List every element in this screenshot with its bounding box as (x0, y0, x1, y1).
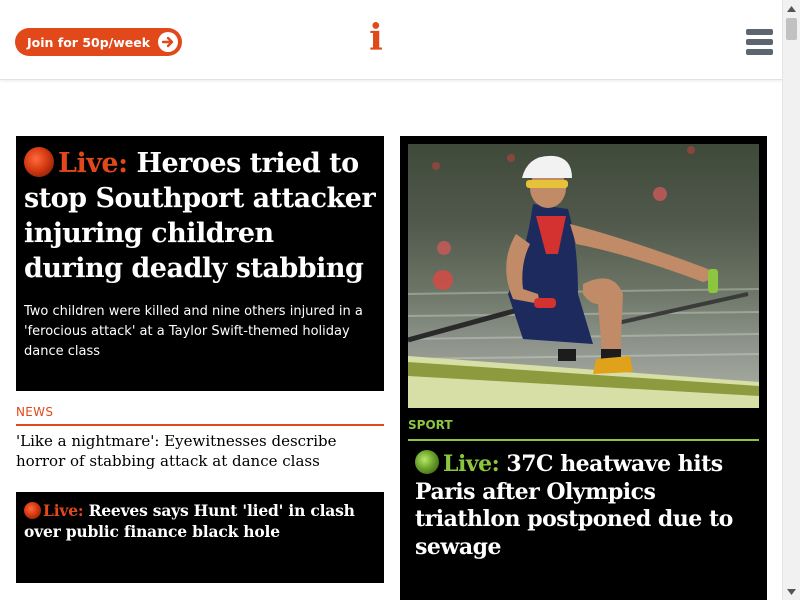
site-logo[interactable]: i (364, 18, 388, 58)
section-tag-news[interactable]: NEWS (16, 405, 384, 426)
secondary-live-card[interactable]: Live: Reeves says Hunt 'lied' in clash o… (16, 492, 384, 583)
live-dot-icon (24, 501, 41, 519)
section-tag-sport[interactable]: SPORT (408, 418, 759, 441)
news-story: NEWS 'Like a nightmare': Eyewitnesses de… (16, 405, 384, 471)
hamburger-menu-icon[interactable] (746, 29, 774, 57)
secondary-live-headline[interactable]: Live: Reeves says Hunt 'lied' in clash o… (24, 500, 376, 542)
scroll-up-arrow-icon[interactable] (783, 0, 800, 17)
live-dot-icon (415, 450, 439, 474)
scrollbar-thumb[interactable] (786, 18, 797, 40)
arrow-right-circle-icon (158, 32, 178, 52)
live-dot-icon (24, 146, 54, 177)
news-story-headline[interactable]: 'Like a nightmare': Eyewitnesses describ… (16, 431, 384, 471)
site-header: Join for 50p/week i (0, 0, 782, 80)
scroll-down-arrow-icon[interactable] (783, 583, 800, 600)
main-story-card[interactable]: Live: Heroes tried to stop Southport att… (16, 136, 384, 391)
sport-story-headline[interactable]: Live: 37C heatwave hits Paris after Olym… (408, 450, 759, 561)
main-story-headline[interactable]: Live: Heroes tried to stop Southport att… (24, 146, 376, 286)
live-label: Live: (43, 501, 84, 520)
live-label: Live: (58, 148, 128, 179)
join-subscription-button[interactable]: Join for 50p/week (15, 28, 182, 56)
sport-story-card[interactable]: SPORT Live: 37C heatwave hits Paris afte… (400, 136, 767, 600)
rower-photo[interactable] (408, 144, 759, 408)
join-button-label: Join for 50p/week (27, 34, 151, 50)
live-label: Live: (443, 451, 500, 477)
main-story-summary: Two children were killed and nine others… (24, 304, 363, 359)
vertical-scrollbar[interactable] (782, 0, 800, 600)
rower-illustration (408, 146, 759, 408)
